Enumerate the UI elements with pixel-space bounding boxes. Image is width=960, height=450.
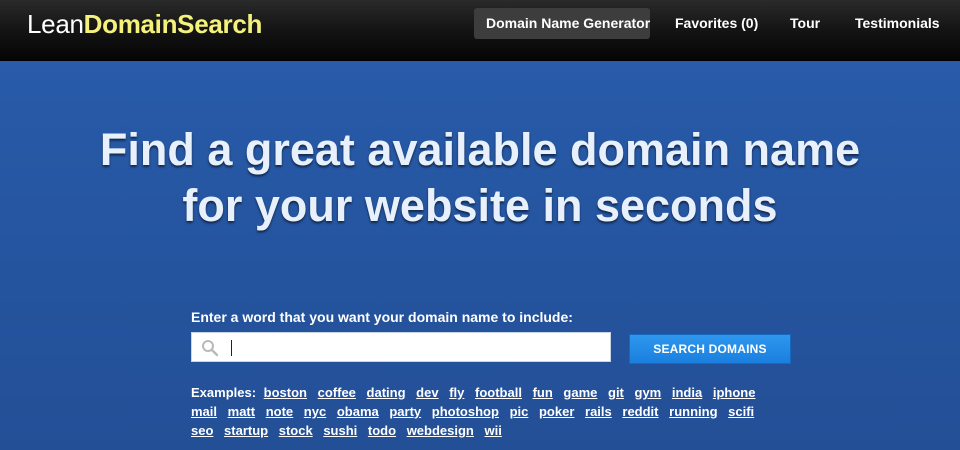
example-link-startup[interactable]: startup: [224, 423, 268, 438]
example-link-iphone[interactable]: iphone: [713, 385, 756, 400]
search-prompt: Enter a word that you want your domain n…: [191, 309, 573, 325]
example-link-mail[interactable]: mail: [191, 404, 217, 419]
example-link-boston[interactable]: boston: [264, 385, 307, 400]
example-link-stock[interactable]: stock: [279, 423, 313, 438]
hero-headline: Find a great available domain name for y…: [0, 122, 960, 234]
search-box[interactable]: [191, 332, 611, 362]
text-cursor: [231, 340, 232, 356]
example-link-scifi[interactable]: scifi: [728, 404, 754, 419]
nav-favorites[interactable]: Favorites (0): [663, 8, 770, 39]
example-link-poker[interactable]: poker: [539, 404, 574, 419]
search-input[interactable]: [228, 336, 598, 358]
example-link-fly[interactable]: fly: [449, 385, 464, 400]
magnifier-icon: [201, 339, 219, 357]
examples-label: Examples:: [191, 385, 257, 400]
headline-line-1: Find a great available domain name: [99, 124, 861, 175]
example-link-football[interactable]: football: [475, 385, 522, 400]
example-link-dating[interactable]: dating: [367, 385, 406, 400]
site-logo[interactable]: LeanDomainSearch: [27, 9, 262, 39]
example-link-gym[interactable]: gym: [635, 385, 662, 400]
example-link-obama[interactable]: obama: [337, 404, 379, 419]
logo-lean: Lean: [27, 9, 84, 39]
example-link-dev[interactable]: dev: [416, 385, 438, 400]
nav-testimonials[interactable]: Testimonials: [843, 8, 952, 39]
logo-domainsearch: DomainSearch: [83, 9, 263, 39]
example-link-india[interactable]: india: [672, 385, 702, 400]
example-link-matt[interactable]: matt: [228, 404, 255, 419]
example-link-webdesign[interactable]: webdesign: [407, 423, 474, 438]
example-link-nyc[interactable]: nyc: [304, 404, 326, 419]
example-link-sushi[interactable]: sushi: [323, 423, 357, 438]
example-link-todo[interactable]: todo: [368, 423, 396, 438]
example-link-git[interactable]: git: [608, 385, 624, 400]
example-link-pic[interactable]: pic: [510, 404, 529, 419]
example-link-party[interactable]: party: [389, 404, 421, 419]
example-link-seo[interactable]: seo: [191, 423, 213, 438]
example-link-note[interactable]: note: [266, 404, 293, 419]
example-link-rails[interactable]: rails: [585, 404, 612, 419]
example-link-wii[interactable]: wii: [485, 423, 502, 438]
example-link-reddit[interactable]: reddit: [622, 404, 658, 419]
example-link-photoshop[interactable]: photoshop: [432, 404, 499, 419]
example-link-game[interactable]: game: [563, 385, 597, 400]
nav-domain-name-generator[interactable]: Domain Name Generator: [474, 8, 650, 39]
search-domains-button[interactable]: SEARCH DOMAINS: [629, 334, 791, 364]
example-link-fun[interactable]: fun: [533, 385, 553, 400]
example-link-running[interactable]: running: [669, 404, 717, 419]
examples-list: Examples: boston coffee dating dev fly f…: [191, 383, 791, 440]
nav-tour[interactable]: Tour: [778, 8, 832, 39]
top-navbar: LeanDomainSearch Domain Name Generator F…: [0, 0, 960, 61]
headline-line-2: for your website in seconds: [182, 180, 778, 231]
example-link-coffee[interactable]: coffee: [318, 385, 356, 400]
